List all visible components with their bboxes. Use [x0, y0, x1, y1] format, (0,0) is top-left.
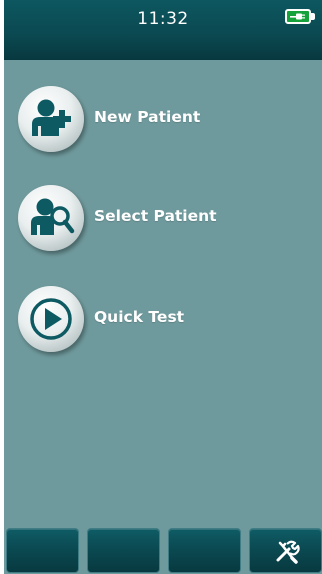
- quick-test-button[interactable]: Quick Test: [18, 286, 308, 354]
- add-patient-icon: [18, 86, 84, 152]
- quick-test-label: Quick Test: [94, 308, 185, 326]
- device-screen: 11:32 New Patient Select Patient Quick T…: [4, 0, 322, 574]
- battery-charging-icon: [285, 9, 311, 24]
- status-bar: 11:32: [4, 0, 322, 60]
- tools-icon: [276, 540, 300, 564]
- tools-button[interactable]: [249, 528, 322, 573]
- new-patient-button[interactable]: New Patient: [18, 86, 308, 154]
- search-patient-icon: [18, 185, 84, 251]
- softkey-3-button[interactable]: [168, 528, 241, 573]
- softkey-2-button[interactable]: [87, 528, 160, 573]
- select-patient-button[interactable]: Select Patient: [18, 185, 308, 253]
- device-frame: 11:32 New Patient Select Patient Quick T…: [0, 0, 322, 574]
- softkey-1-button[interactable]: [6, 528, 79, 573]
- new-patient-label: New Patient: [94, 108, 201, 126]
- select-patient-label: Select Patient: [94, 207, 217, 225]
- clock: 11:32: [137, 9, 189, 29]
- battery-terminal: [311, 13, 315, 20]
- softkey-bar: [4, 524, 322, 574]
- play-icon: [18, 286, 84, 352]
